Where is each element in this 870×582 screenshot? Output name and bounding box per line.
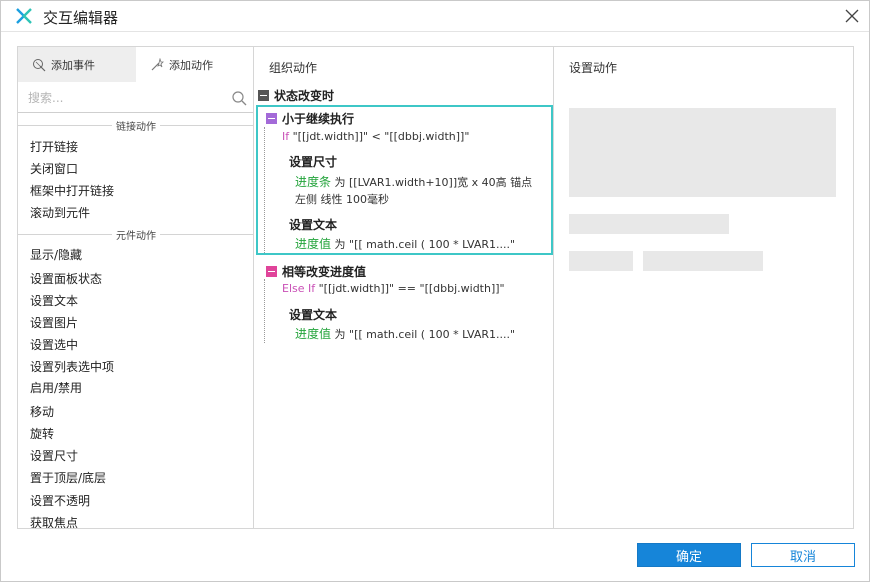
action-item-set-text[interactable]: 设置文本	[30, 292, 78, 309]
app-logo-icon	[16, 8, 32, 24]
tab-add-event-label: 添加事件	[51, 58, 95, 72]
action-detail: 进度值 为 "[[ math.ceil ( 100 * LVAR1...."	[295, 326, 547, 343]
action-item-set-selected[interactable]: 设置选中	[30, 336, 78, 353]
interaction-editor-window: 交互编辑器 添加事件 添加动作 搜索... 链接动作 打开链接 关闭窗口 框架中…	[0, 0, 870, 582]
search-input[interactable]	[28, 89, 228, 107]
case-name: 小于继续执行	[282, 111, 355, 126]
action-detail-text-2: 左侧 线性 100毫秒	[295, 193, 389, 206]
tab-add-action[interactable]: 添加动作	[136, 47, 253, 82]
organize-actions-title: 组织动作	[269, 61, 318, 75]
window-title: 交互编辑器	[43, 9, 119, 27]
case-collapse-icon[interactable]	[266, 112, 277, 124]
action-title[interactable]: 设置文本	[289, 216, 337, 233]
condition-keyword: If	[282, 130, 290, 143]
event-label: 状态改变时	[274, 88, 335, 103]
search-bar	[18, 83, 253, 113]
tree-guide-line	[264, 279, 265, 343]
tab-add-action-label: 添加动作	[169, 58, 213, 72]
action-detail-text: 为 [[LVAR1.width+10]]宽 x 40高 锚点	[331, 176, 533, 189]
action-target: 进度值	[295, 327, 332, 341]
action-target: 进度条	[295, 175, 332, 189]
action-item-bring-front-back[interactable]: 置于顶层/底层	[30, 469, 106, 486]
section-header-widget-actions: 元件动作	[18, 226, 253, 242]
placeholder-bar	[569, 251, 633, 271]
condition-expression: "[[jdt.width]]" == "[[dbbj.width]]"	[318, 282, 505, 295]
placeholder-bar	[569, 214, 729, 234]
search-icon[interactable]	[232, 91, 247, 106]
case-condition: Else If "[[jdt.width]]" == "[[dbbj.width…	[282, 282, 505, 295]
condition-expression: "[[jdt.width]]" < "[[dbbj.width]]"	[292, 130, 470, 143]
configure-action-title: 设置动作	[569, 61, 618, 75]
event-row[interactable]: 状态改变时	[258, 87, 334, 103]
actions-library-panel: 添加事件 添加动作 链接动作 打开链接 关闭窗	[18, 47, 254, 528]
action-detail: 进度值 为 "[[ math.ceil ( 100 * LVAR1...."	[295, 236, 547, 253]
action-item-close-window[interactable]: 关闭窗口	[30, 160, 78, 177]
tab-add-event[interactable]: 添加事件	[18, 47, 136, 82]
case-collapse-icon[interactable]	[266, 265, 277, 277]
case-row[interactable]: 小于继续执行	[266, 110, 354, 126]
action-title[interactable]: 设置文本	[289, 306, 337, 323]
action-detail-text: 为 "[[ math.ceil ( 100 * LVAR1...."	[331, 328, 516, 341]
event-collapse-icon[interactable]	[258, 89, 269, 101]
section-title-widget-actions: 元件动作	[112, 231, 160, 242]
organize-actions-panel: 组织动作 状态改变时 小于继续执行 If "[[jdt.width]]" < "…	[254, 47, 554, 528]
action-item-set-panel-state[interactable]: 设置面板状态	[30, 270, 102, 287]
action-title[interactable]: 设置尺寸	[289, 153, 337, 170]
section-header-link-actions: 链接动作	[18, 117, 253, 133]
action-item-focus[interactable]: 获取焦点	[30, 514, 78, 528]
action-item-scroll-to-widget[interactable]: 滚动到元件	[30, 204, 90, 221]
tree-guide-line	[264, 127, 265, 253]
case-row[interactable]: 相等改变进度值	[266, 263, 366, 279]
action-item-show-hide[interactable]: 显示/隐藏	[30, 246, 82, 263]
condition-keyword: Else If	[282, 282, 316, 295]
action-item-set-image[interactable]: 设置图片	[30, 314, 78, 331]
action-item-enable-disable[interactable]: 启用/禁用	[30, 379, 82, 396]
editor-panels: 添加事件 添加动作 链接动作 打开链接 关闭窗	[17, 46, 854, 529]
action-item-open-link[interactable]: 打开链接	[30, 138, 78, 155]
section-title-link-actions: 链接动作	[112, 122, 160, 133]
action-item-set-size[interactable]: 设置尺寸	[30, 447, 78, 464]
case-name: 相等改变进度值	[282, 264, 367, 279]
action-item-move[interactable]: 移动	[30, 403, 54, 420]
action-item-open-link-in-frame[interactable]: 框架中打开链接	[30, 182, 114, 199]
action-detail-text: 为 "[[ math.ceil ( 100 * LVAR1...."	[331, 238, 516, 251]
action-target: 进度值	[295, 237, 332, 251]
action-item-set-list-selected[interactable]: 设置列表选中项	[30, 358, 114, 375]
action-detail: 进度条 为 [[LVAR1.width+10]]宽 x 40高 锚点 左侧 线性…	[295, 174, 547, 208]
case-condition: If "[[jdt.width]]" < "[[dbbj.width]]"	[282, 130, 469, 143]
action-item-rotate[interactable]: 旋转	[30, 425, 54, 442]
cancel-button[interactable]: 取消	[751, 543, 855, 567]
placeholder-bar	[643, 251, 763, 271]
placeholder-block	[569, 108, 836, 197]
action-item-set-opacity[interactable]: 设置不透明	[30, 492, 90, 509]
add-action-icon	[151, 57, 164, 70]
title-bar: 交互编辑器	[1, 1, 869, 32]
add-event-icon	[33, 58, 46, 71]
close-icon[interactable]	[843, 7, 861, 25]
configure-action-panel: 设置动作	[554, 47, 853, 528]
ok-button[interactable]: 确定	[637, 543, 741, 567]
